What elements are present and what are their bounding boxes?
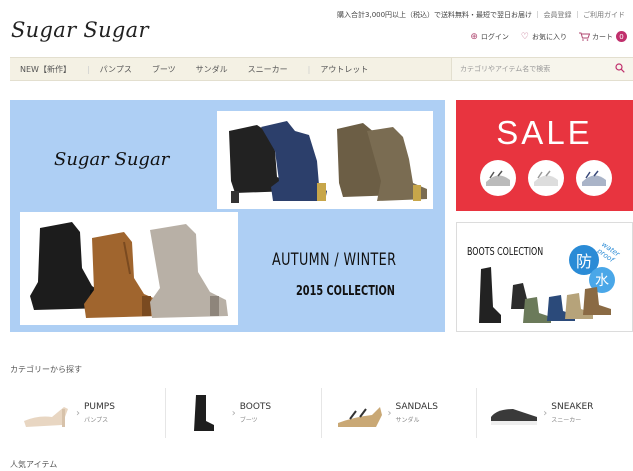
search-input[interactable]: カテゴリやアイテム名で検索 [451, 58, 633, 80]
cart-link[interactable]: カート 0 [579, 31, 627, 42]
hero-season: AUTUMN / WINTER [272, 250, 397, 270]
register-link[interactable]: 会員登録 [544, 11, 572, 19]
sneaker-thumb [485, 393, 543, 433]
category-section-title: カテゴリーから探す [10, 365, 82, 374]
category-item-pumps[interactable]: › PUMPS パンプス [10, 388, 166, 438]
sale-sandal-thumb-2 [528, 160, 564, 196]
nav-item-outlet[interactable]: アウトレット [310, 64, 378, 75]
category-item-sneaker[interactable]: › SNEAKER スニーカー [477, 388, 633, 438]
shipping-notice-text: 購入合計3,000円以上（税込）で送料無料・最短で翌日お届け [337, 11, 533, 19]
hero-collection: 2015 COLLECTION [296, 284, 395, 299]
chevron-right-icon: › [543, 407, 548, 419]
nav-item-pumps[interactable]: パンプス [90, 64, 142, 75]
boots-collection-banner[interactable]: BOOTS COLECTION 防 水 water proof [456, 222, 633, 332]
login-icon: ⊕ [470, 31, 478, 42]
boots-thumb [174, 393, 232, 433]
chevron-right-icon: › [231, 407, 236, 419]
main-nav: NEW【新作】 | パンプス ブーツ サンダル スニーカー | アウトレット カ… [10, 57, 633, 81]
sale-text: SALE [496, 114, 593, 151]
hero-photo-ankle-boots [217, 111, 433, 209]
nav-item-boots[interactable]: ブーツ [142, 64, 186, 75]
category-item-boots[interactable]: › BOOTS ブーツ [166, 388, 322, 438]
popular-section-title: 人気アイテム [10, 460, 58, 469]
boots-collection-photo [479, 267, 611, 323]
chevron-right-icon: › [76, 407, 80, 419]
sandals-thumb [330, 393, 388, 433]
shipping-notice: 購入合計3,000円以上（税込）で送料無料・最短で翌日お届け ｜ 会員登録 ｜ … [337, 11, 625, 19]
category-list: › PUMPS パンプス › BOOTS ブーツ › SANDALS サンダル … [10, 388, 633, 438]
heart-icon: ♡ [520, 31, 529, 42]
hero-photo-tassel-boots [20, 212, 238, 325]
search-icon[interactable] [615, 62, 625, 76]
nav-item-new[interactable]: NEW【新作】 [10, 64, 87, 75]
sale-banner[interactable]: SALE [456, 100, 633, 211]
hero-banner[interactable]: Sugar Sugar AUTUMN / WINTER 2015 COLLECT… [10, 100, 445, 332]
hero-brand: Sugar Sugar [54, 149, 170, 170]
guide-link[interactable]: ご利用ガイド [583, 11, 625, 19]
cart-icon [579, 32, 590, 41]
category-item-sandals[interactable]: › SANDALS サンダル [322, 388, 478, 438]
header-utility: ⊕ ログイン ♡ お気に入り カート 0 [458, 31, 627, 42]
favorites-link[interactable]: ♡ お気に入り [521, 32, 567, 42]
search-placeholder: カテゴリやアイテム名で検索 [460, 65, 551, 73]
sale-sandal-thumb-1 [480, 160, 516, 196]
site-logo[interactable]: Sugar Sugar [11, 18, 149, 42]
login-link[interactable]: ⊕ ログイン [470, 32, 509, 42]
chevron-right-icon: › [387, 407, 392, 419]
nav-item-sandals[interactable]: サンダル [186, 64, 238, 75]
pumps-thumb [18, 393, 76, 433]
cart-count-badge: 0 [616, 31, 627, 42]
nav-item-sneaker[interactable]: スニーカー [238, 64, 298, 75]
sale-sandal-thumb-3 [576, 160, 612, 196]
